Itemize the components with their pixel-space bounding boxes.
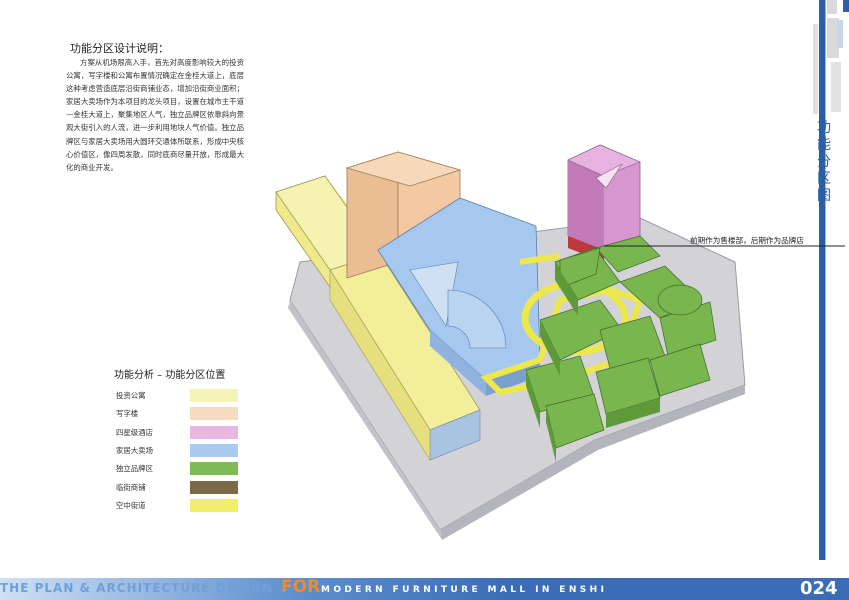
legend-label: 空中街道 <box>116 500 146 510</box>
footer-title-left: THE PLAN & ARCHITECTURE DESIGN <box>0 581 273 595</box>
legend-label: 家居大卖场 <box>116 445 153 455</box>
legend-swatch <box>190 498 238 512</box>
legend-swatch <box>190 443 238 457</box>
legend-swatch <box>190 425 238 439</box>
legend-label: 写字楼 <box>116 409 139 419</box>
legend-title: 功能分析 – 功能分区位置 <box>114 370 226 381</box>
annotation-text: 前期作为售楼部，后期作为品牌店 <box>690 236 804 245</box>
legend-item: 家居大卖场 <box>116 443 246 458</box>
legend-item: 空中街道 <box>116 498 246 513</box>
footer-for: FOR <box>281 577 321 597</box>
legend-swatch <box>190 389 238 402</box>
legend-label: 独立品牌区 <box>116 464 153 474</box>
legend-label: 临街商铺 <box>116 482 146 492</box>
legend-swatch <box>190 480 238 494</box>
legend-item: 四星级酒店 <box>116 425 246 440</box>
legend-item: 投资公寓 <box>116 389 246 403</box>
legend-label: 四星级酒店 <box>116 427 153 437</box>
legend-item: 写字楼 <box>116 407 246 421</box>
footer-title-right: MODERN FURNITURE MALL IN ENSHI <box>321 585 608 595</box>
legend-item: 独立品牌区 <box>116 462 246 476</box>
legend-swatch <box>190 462 238 476</box>
page-number: 024 <box>800 578 838 599</box>
legend-label: 投资公寓 <box>116 391 146 400</box>
legend-item: 临街商铺 <box>116 480 246 495</box>
legend-swatch <box>190 407 238 421</box>
